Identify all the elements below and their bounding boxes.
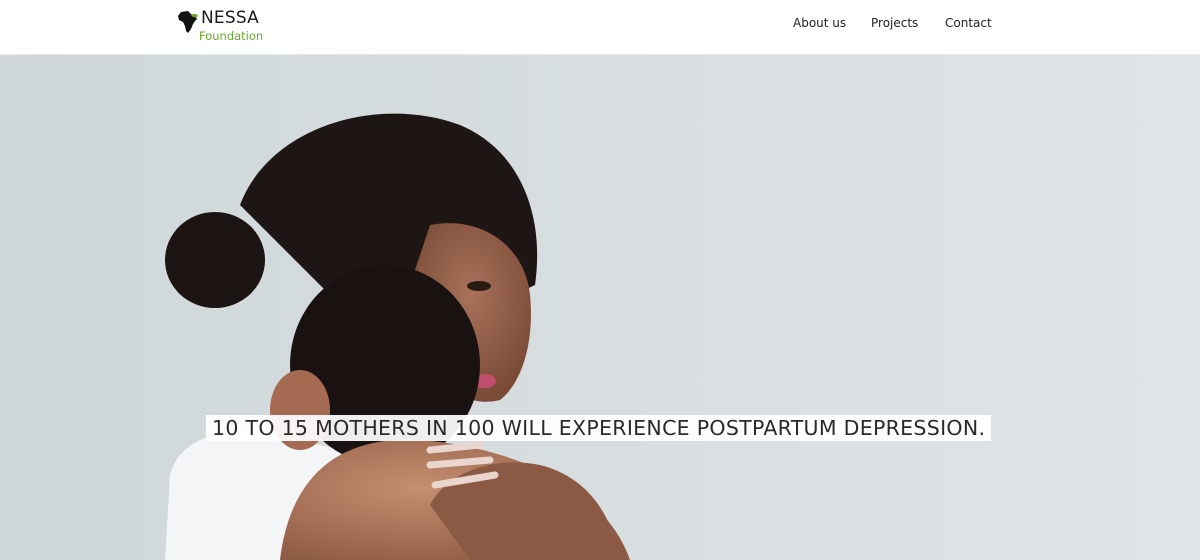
mother-hugging-baby-photo xyxy=(0,55,1200,560)
site-header: NESSA Foundation About us Projects Conta… xyxy=(0,0,1200,55)
logo-title: NESSA xyxy=(201,8,259,28)
logo-subtitle: Foundation xyxy=(199,29,264,43)
nav-about-us[interactable]: About us xyxy=(793,16,846,30)
hero-headline: 10 TO 15 MOTHERS IN 100 WILL EXPERIENCE … xyxy=(206,415,992,441)
hero-banner xyxy=(0,55,1200,560)
nav-projects[interactable]: Projects xyxy=(871,16,918,30)
nessa-logo[interactable]: NESSA Foundation xyxy=(177,6,277,46)
africa-map-icon xyxy=(178,11,198,33)
nav-contact[interactable]: Contact xyxy=(945,16,992,30)
